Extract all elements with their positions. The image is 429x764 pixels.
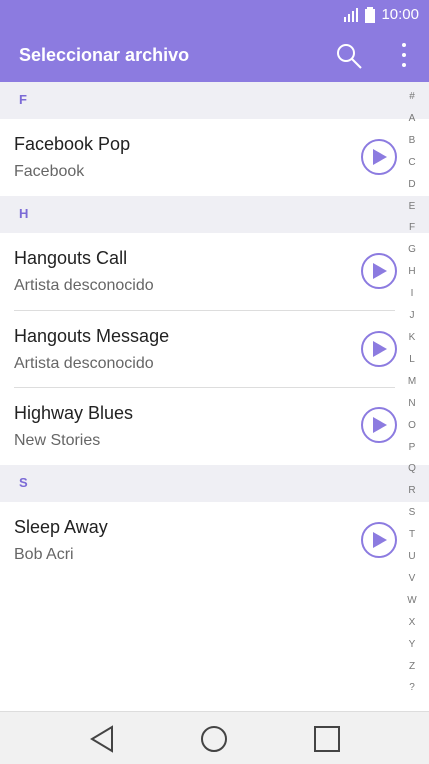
- index-letter[interactable]: V: [405, 568, 419, 590]
- battery-icon: [365, 6, 376, 23]
- more-vert-icon[interactable]: [399, 40, 409, 70]
- back-icon[interactable]: [88, 724, 118, 754]
- song-title: Hangouts Call: [14, 248, 128, 268]
- recents-icon[interactable]: [312, 724, 342, 754]
- section-letter: S: [19, 475, 28, 490]
- song-title: Sleep Away: [14, 517, 108, 537]
- index-letter[interactable]: B: [405, 130, 419, 152]
- section-letter: H: [19, 206, 29, 221]
- navigation-bar: [0, 711, 429, 764]
- index-letter[interactable]: Y: [405, 634, 419, 656]
- status-bar: 10:00: [0, 0, 429, 30]
- index-letter[interactable]: L: [405, 349, 419, 371]
- home-icon[interactable]: [199, 724, 229, 754]
- song-title: Highway Blues: [14, 403, 134, 423]
- index-letter[interactable]: X: [405, 612, 419, 634]
- index-letter[interactable]: ?: [405, 677, 419, 699]
- index-letter[interactable]: Z: [405, 656, 419, 678]
- index-letter[interactable]: E: [405, 196, 419, 218]
- index-letter[interactable]: O: [405, 415, 419, 437]
- play-icon[interactable]: [361, 253, 397, 289]
- app-bar: Seleccionar archivo: [0, 30, 429, 82]
- list-item-sleep-away[interactable]: Sleep Away Bob Acri: [0, 502, 395, 579]
- index-letter[interactable]: C: [405, 152, 419, 174]
- index-letter[interactable]: R: [405, 480, 419, 502]
- index-letter[interactable]: F: [405, 217, 419, 239]
- index-letter[interactable]: P: [405, 437, 419, 459]
- index-letter[interactable]: G: [405, 239, 419, 261]
- list-item-hangouts-message[interactable]: Hangouts Message Artista desconocido: [0, 311, 395, 388]
- index-letter[interactable]: #: [405, 86, 419, 108]
- section-header-s: S: [0, 465, 429, 502]
- index-letter[interactable]: M: [405, 371, 419, 393]
- play-icon[interactable]: [361, 139, 397, 175]
- index-letter[interactable]: K: [405, 327, 419, 349]
- song-artist: Artista desconocido: [14, 277, 154, 294]
- index-letter[interactable]: A: [405, 108, 419, 130]
- play-icon[interactable]: [361, 331, 397, 367]
- status-icons: 10:00: [343, 6, 419, 23]
- song-artist: New Stories: [14, 432, 101, 449]
- index-letter[interactable]: N: [405, 393, 419, 415]
- list-item-facebook-pop[interactable]: Facebook Pop Facebook: [0, 119, 395, 196]
- index-letter[interactable]: I: [405, 283, 419, 305]
- section-header-h: H: [0, 196, 429, 233]
- index-letter[interactable]: J: [405, 305, 419, 327]
- song-artist: Artista desconocido: [14, 355, 154, 372]
- search-icon[interactable]: [335, 42, 363, 70]
- list-item-hangouts-call[interactable]: Hangouts Call Artista desconocido: [0, 233, 395, 310]
- section-header-f: F: [0, 82, 429, 119]
- song-artist: Facebook: [14, 163, 85, 180]
- index-letter[interactable]: Q: [405, 458, 419, 480]
- index-letter[interactable]: T: [405, 524, 419, 546]
- page-title: Seleccionar archivo: [19, 45, 190, 65]
- index-letter[interactable]: S: [405, 502, 419, 524]
- index-letter[interactable]: U: [405, 546, 419, 568]
- play-icon[interactable]: [361, 522, 397, 558]
- list-item-highway-blues[interactable]: Highway Blues New Stories: [0, 388, 395, 465]
- index-letter[interactable]: D: [405, 174, 419, 196]
- song-title: Hangouts Message: [14, 326, 170, 346]
- song-artist: Bob Acri: [14, 546, 74, 563]
- alphabet-index[interactable]: # A B C D E F G H I J K L M N O P Q R S …: [405, 86, 419, 699]
- signal-icon: [344, 7, 359, 22]
- play-icon[interactable]: [361, 407, 397, 443]
- section-letter: F: [19, 92, 27, 107]
- status-time: 10:00: [381, 6, 419, 23]
- index-letter[interactable]: W: [405, 590, 419, 612]
- song-title: Facebook Pop: [14, 134, 131, 154]
- index-letter[interactable]: H: [405, 261, 419, 283]
